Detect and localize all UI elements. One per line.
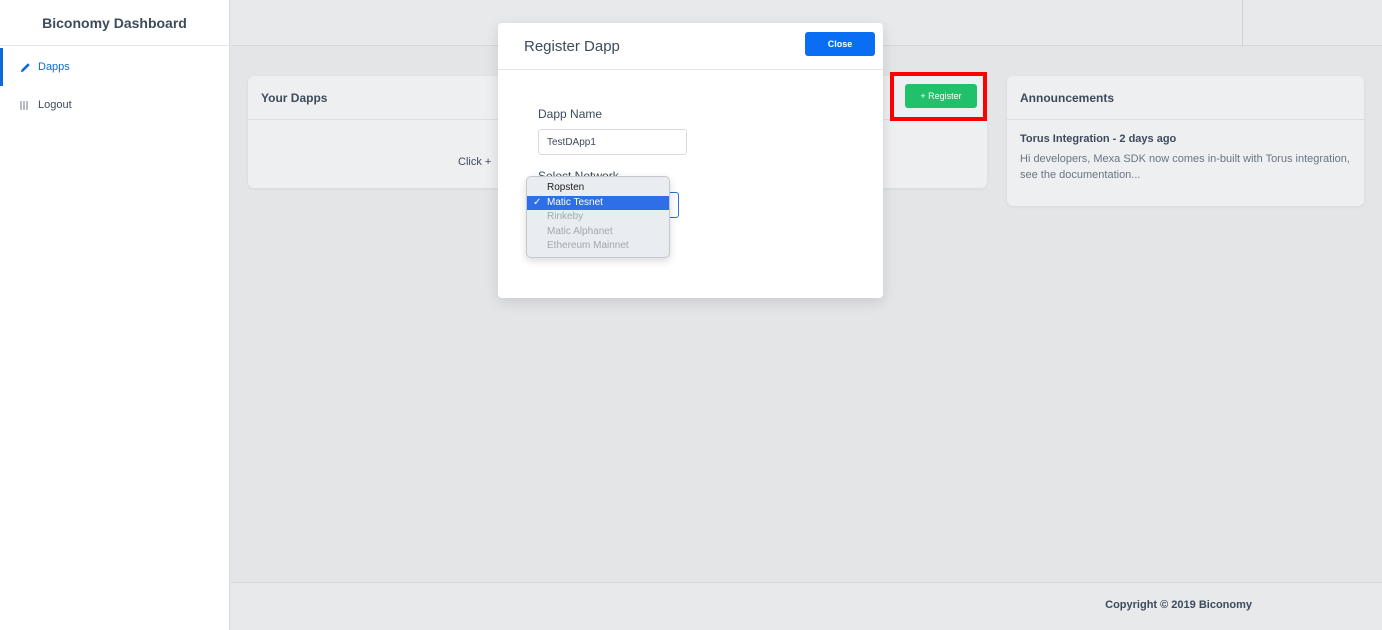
dapp-name-input[interactable] (538, 129, 687, 155)
announcement-title: Torus Integration - 2 days ago (1020, 133, 1177, 145)
dapp-name-label: Dapp Name (538, 107, 603, 121)
network-dropdown: Ropsten ✓ Matic Tesnet Rinkeby Matic Alp… (526, 176, 670, 258)
modal-header: Register Dapp Close (498, 23, 883, 70)
footer: Copyright © 2019 Biconomy (231, 582, 1382, 630)
list-icon (18, 100, 32, 110)
sidebar-item-logout[interactable]: Logout (0, 86, 229, 124)
modal-title: Register Dapp (524, 37, 620, 55)
announcements-card: Announcements Torus Integration - 2 days… (1007, 76, 1364, 206)
announcement-item: Torus Integration - 2 days ago Hi develo… (1007, 120, 1364, 196)
option-label: Matic Tesnet (547, 196, 603, 208)
pencil-icon (18, 62, 32, 73)
network-option-matic-tesnet[interactable]: ✓ Matic Tesnet (527, 195, 669, 210)
network-option-ropsten[interactable]: Ropsten (527, 181, 669, 196)
close-button[interactable]: Close (805, 32, 875, 56)
sidebar-item-label: Dapps (38, 61, 70, 73)
sidebar-item-dapps[interactable]: Dapps (0, 48, 229, 86)
network-option-rinkeby: Rinkeby (547, 211, 584, 222)
sidebar: Biconomy Dashboard Dapps Logout (0, 0, 230, 630)
copyright-text: Copyright © 2019 Biconomy (1105, 599, 1252, 611)
announcement-text: Hi developers, Mexa SDK now comes in-bui… (1020, 153, 1350, 181)
checkmark-icon: ✓ (533, 196, 542, 208)
network-option-matic-alphanet: Matic Alphanet (547, 225, 613, 237)
network-option-ethereum-mainnet: Ethereum Mainnet (547, 240, 629, 251)
sidebar-item-label: Logout (38, 99, 72, 111)
announcements-title: Announcements (1007, 76, 1364, 120)
brand-title: Biconomy Dashboard (0, 0, 229, 46)
highlight-box (890, 72, 987, 121)
dapps-empty-text: Click + (458, 156, 492, 168)
header-divider (1242, 0, 1243, 46)
